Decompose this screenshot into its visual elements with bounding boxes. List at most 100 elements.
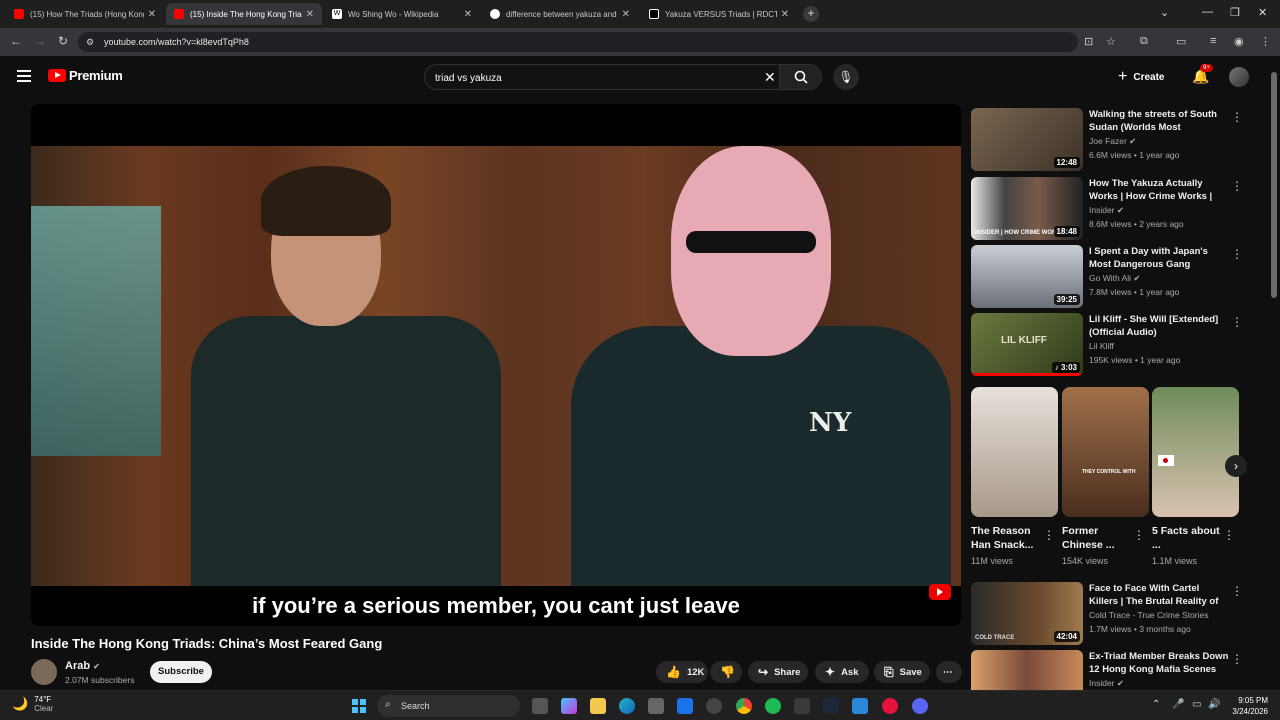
more-options-icon[interactable]: ⋮ bbox=[1231, 247, 1243, 261]
short-thumbnail[interactable] bbox=[1152, 387, 1239, 517]
channel-name[interactable]: Arab ✔ bbox=[65, 660, 100, 672]
edge-icon[interactable] bbox=[619, 698, 635, 714]
more-options-icon[interactable]: ⋮ bbox=[1231, 584, 1243, 598]
share-button[interactable]: ↪ Share bbox=[748, 661, 808, 683]
shorts-next-chevron-icon[interactable]: › bbox=[1225, 455, 1247, 477]
hamburger-menu-icon[interactable] bbox=[17, 70, 31, 85]
recommendation-item[interactable]: COLD TRACE 42:04 Face to Face With Carte… bbox=[971, 582, 1243, 646]
short-title[interactable]: 5 Facts about ... bbox=[1152, 524, 1222, 552]
spotify-icon[interactable] bbox=[765, 698, 781, 714]
file-explorer-icon[interactable] bbox=[590, 698, 606, 714]
subscribe-button[interactable]: Subscribe bbox=[150, 661, 212, 683]
scrollbar-thumb[interactable] bbox=[1271, 72, 1277, 298]
weather-widget[interactable]: 🌙 74°F Clear bbox=[12, 695, 53, 713]
bookmark-star-icon[interactable]: ☆ bbox=[1106, 35, 1116, 48]
video-thumbnail[interactable]: 39:25 bbox=[971, 245, 1083, 308]
volume-icon[interactable]: 🔊 bbox=[1208, 699, 1220, 710]
app-icon[interactable] bbox=[706, 698, 722, 714]
dislike-button[interactable]: 👎 bbox=[710, 661, 742, 683]
search-button[interactable] bbox=[779, 65, 821, 89]
video-player[interactable]: NY if you’re a serious member, you cant … bbox=[31, 104, 961, 626]
video-thumbnail[interactable] bbox=[971, 650, 1083, 690]
recommendation-title[interactable]: Face to Face With Cartel Killers | The B… bbox=[1089, 582, 1229, 608]
video-thumbnail[interactable]: INSIDER | HOW CRIME WORKS 18:48 bbox=[971, 177, 1083, 240]
save-button[interactable]: ⎘ Save bbox=[874, 661, 930, 683]
video-thumbnail[interactable]: 12:48 bbox=[971, 108, 1083, 171]
recommendation-channel[interactable]: Insider ✔ bbox=[1089, 205, 1124, 216]
close-window-icon[interactable]: ✕ bbox=[1258, 6, 1267, 19]
voice-search-mic-icon[interactable]: 🎙 bbox=[833, 64, 859, 90]
recommendation-title[interactable]: How The Yakuza Actually Works | How Crim… bbox=[1089, 177, 1229, 203]
recommendation-title[interactable]: Walking the streets of South Sudan (Worl… bbox=[1089, 108, 1229, 134]
new-tab-button[interactable]: + bbox=[803, 6, 819, 22]
more-options-icon[interactable]: ⋮ bbox=[1231, 315, 1243, 329]
taskbar-search[interactable]: ⌕ Search bbox=[377, 695, 520, 717]
steam-icon[interactable] bbox=[823, 698, 839, 714]
split-view-icon[interactable]: ▭ bbox=[1176, 35, 1186, 48]
copilot-icon[interactable] bbox=[561, 698, 577, 714]
browser-tab-2[interactable]: (15) Inside The Hong Kong Triads ✕ bbox=[166, 3, 322, 25]
minimize-window-icon[interactable]: — bbox=[1202, 6, 1213, 18]
taskbar-clock[interactable]: 9:05 PM 3/24/2026 bbox=[1228, 695, 1268, 717]
short-thumbnail[interactable] bbox=[971, 387, 1058, 517]
more-actions-button[interactable]: ⋯ bbox=[936, 661, 962, 683]
maximize-window-icon[interactable]: ❐ bbox=[1230, 6, 1240, 19]
recommendation-channel[interactable]: Joe Fazer ✔ bbox=[1089, 136, 1136, 147]
more-options-icon[interactable]: ⋮ bbox=[1133, 528, 1145, 542]
close-tab-icon[interactable]: ✕ bbox=[622, 9, 630, 20]
tab-search-icon[interactable]: ⌄ bbox=[1160, 6, 1169, 19]
recommendation-title[interactable]: Lil Kliff - She Will [Extended] (Officia… bbox=[1089, 313, 1229, 339]
browser-tab-1[interactable]: (15) How The Triads (Hong Kong ✕ bbox=[6, 3, 164, 25]
microphone-icon[interactable]: 🎤 bbox=[1172, 699, 1184, 710]
page-scrollbar[interactable] bbox=[1270, 60, 1278, 690]
reload-icon[interactable]: ↻ bbox=[58, 34, 68, 48]
forward-icon[interactable]: → bbox=[34, 34, 46, 48]
more-options-icon[interactable]: ⋮ bbox=[1231, 110, 1243, 124]
chrome-icon[interactable] bbox=[736, 698, 752, 714]
close-tab-icon[interactable]: ✕ bbox=[148, 9, 156, 20]
browser-tab-4[interactable]: difference between yakuza and ✕ bbox=[482, 3, 638, 25]
task-view-icon[interactable] bbox=[532, 698, 548, 714]
recommendation-channel[interactable]: Cold Trace - True Crime Stories bbox=[1089, 610, 1209, 620]
recommendation-item[interactable]: 12:48 Walking the streets of South Sudan… bbox=[971, 108, 1243, 172]
recommendation-title[interactable]: I Spent a Day with Japan's Most Dangerou… bbox=[1089, 245, 1229, 271]
extensions-icon[interactable]: ⧉ bbox=[1140, 35, 1148, 48]
install-app-icon[interactable]: ⊡ bbox=[1084, 35, 1093, 48]
menu-icon[interactable]: ⋮ bbox=[1260, 35, 1271, 48]
url-field[interactable]: youtube.com/watch?v=kl8evdTqPh8 bbox=[78, 32, 1078, 52]
ask-button[interactable]: ✦ Ask bbox=[815, 661, 869, 683]
youtube-logo[interactable]: Premium bbox=[48, 68, 123, 83]
search-input[interactable] bbox=[435, 70, 755, 86]
more-options-icon[interactable]: ⋮ bbox=[1231, 652, 1241, 666]
short-title[interactable]: The Reason Han Snack... bbox=[971, 524, 1041, 552]
outlook-icon[interactable] bbox=[677, 698, 693, 714]
video-thumbnail[interactable]: LIL KLIFF ♪ 3:03 bbox=[971, 313, 1083, 376]
clear-search-icon[interactable]: ✕ bbox=[764, 69, 776, 86]
recommendation-title[interactable]: Ex-Triad Member Breaks Down 12 Hong Kong… bbox=[1089, 650, 1229, 676]
windows-start-icon[interactable] bbox=[352, 699, 366, 713]
short-title[interactable]: Former Chinese ... bbox=[1062, 524, 1132, 552]
more-options-icon[interactable]: ⋮ bbox=[1043, 528, 1055, 542]
show-hidden-icons-icon[interactable]: ⌃ bbox=[1152, 699, 1160, 710]
photos-icon[interactable] bbox=[852, 698, 868, 714]
network-icon[interactable]: ▭ bbox=[1192, 699, 1201, 710]
recommendation-item[interactable]: Ex-Triad Member Breaks Down 12 Hong Kong… bbox=[971, 650, 1241, 690]
close-tab-icon[interactable]: ✕ bbox=[464, 9, 472, 20]
recommendation-channel[interactable]: Go With Ali ✔ bbox=[1089, 273, 1141, 284]
recommendation-channel[interactable]: Lil Kliff bbox=[1089, 341, 1114, 351]
browser-tab-5[interactable]: Yakuza VERSUS Triads | RDCTD ✕ bbox=[641, 3, 797, 25]
youtube-watermark-icon[interactable] bbox=[929, 584, 951, 600]
recommendation-item[interactable]: INSIDER | HOW CRIME WORKS 18:48 How The … bbox=[971, 177, 1243, 241]
create-button[interactable]: + Create bbox=[1118, 67, 1164, 87]
opera-icon[interactable] bbox=[882, 698, 898, 714]
short-thumbnail[interactable]: THEY CONTROL WITH bbox=[1062, 387, 1149, 517]
recommendation-item[interactable]: LIL KLIFF ♪ 3:03 Lil Kliff - She Will [E… bbox=[971, 313, 1243, 377]
notifications-bell-icon[interactable]: 🔔 9+ bbox=[1192, 64, 1213, 85]
site-info-icon[interactable]: ⚙ bbox=[86, 37, 94, 48]
more-options-icon[interactable]: ⋮ bbox=[1223, 528, 1235, 542]
close-tab-icon[interactable]: ✕ bbox=[306, 9, 314, 20]
close-tab-icon[interactable]: ✕ bbox=[781, 9, 789, 20]
channel-avatar[interactable] bbox=[31, 659, 57, 685]
more-options-icon[interactable]: ⋮ bbox=[1231, 179, 1243, 193]
account-avatar[interactable] bbox=[1229, 67, 1249, 87]
